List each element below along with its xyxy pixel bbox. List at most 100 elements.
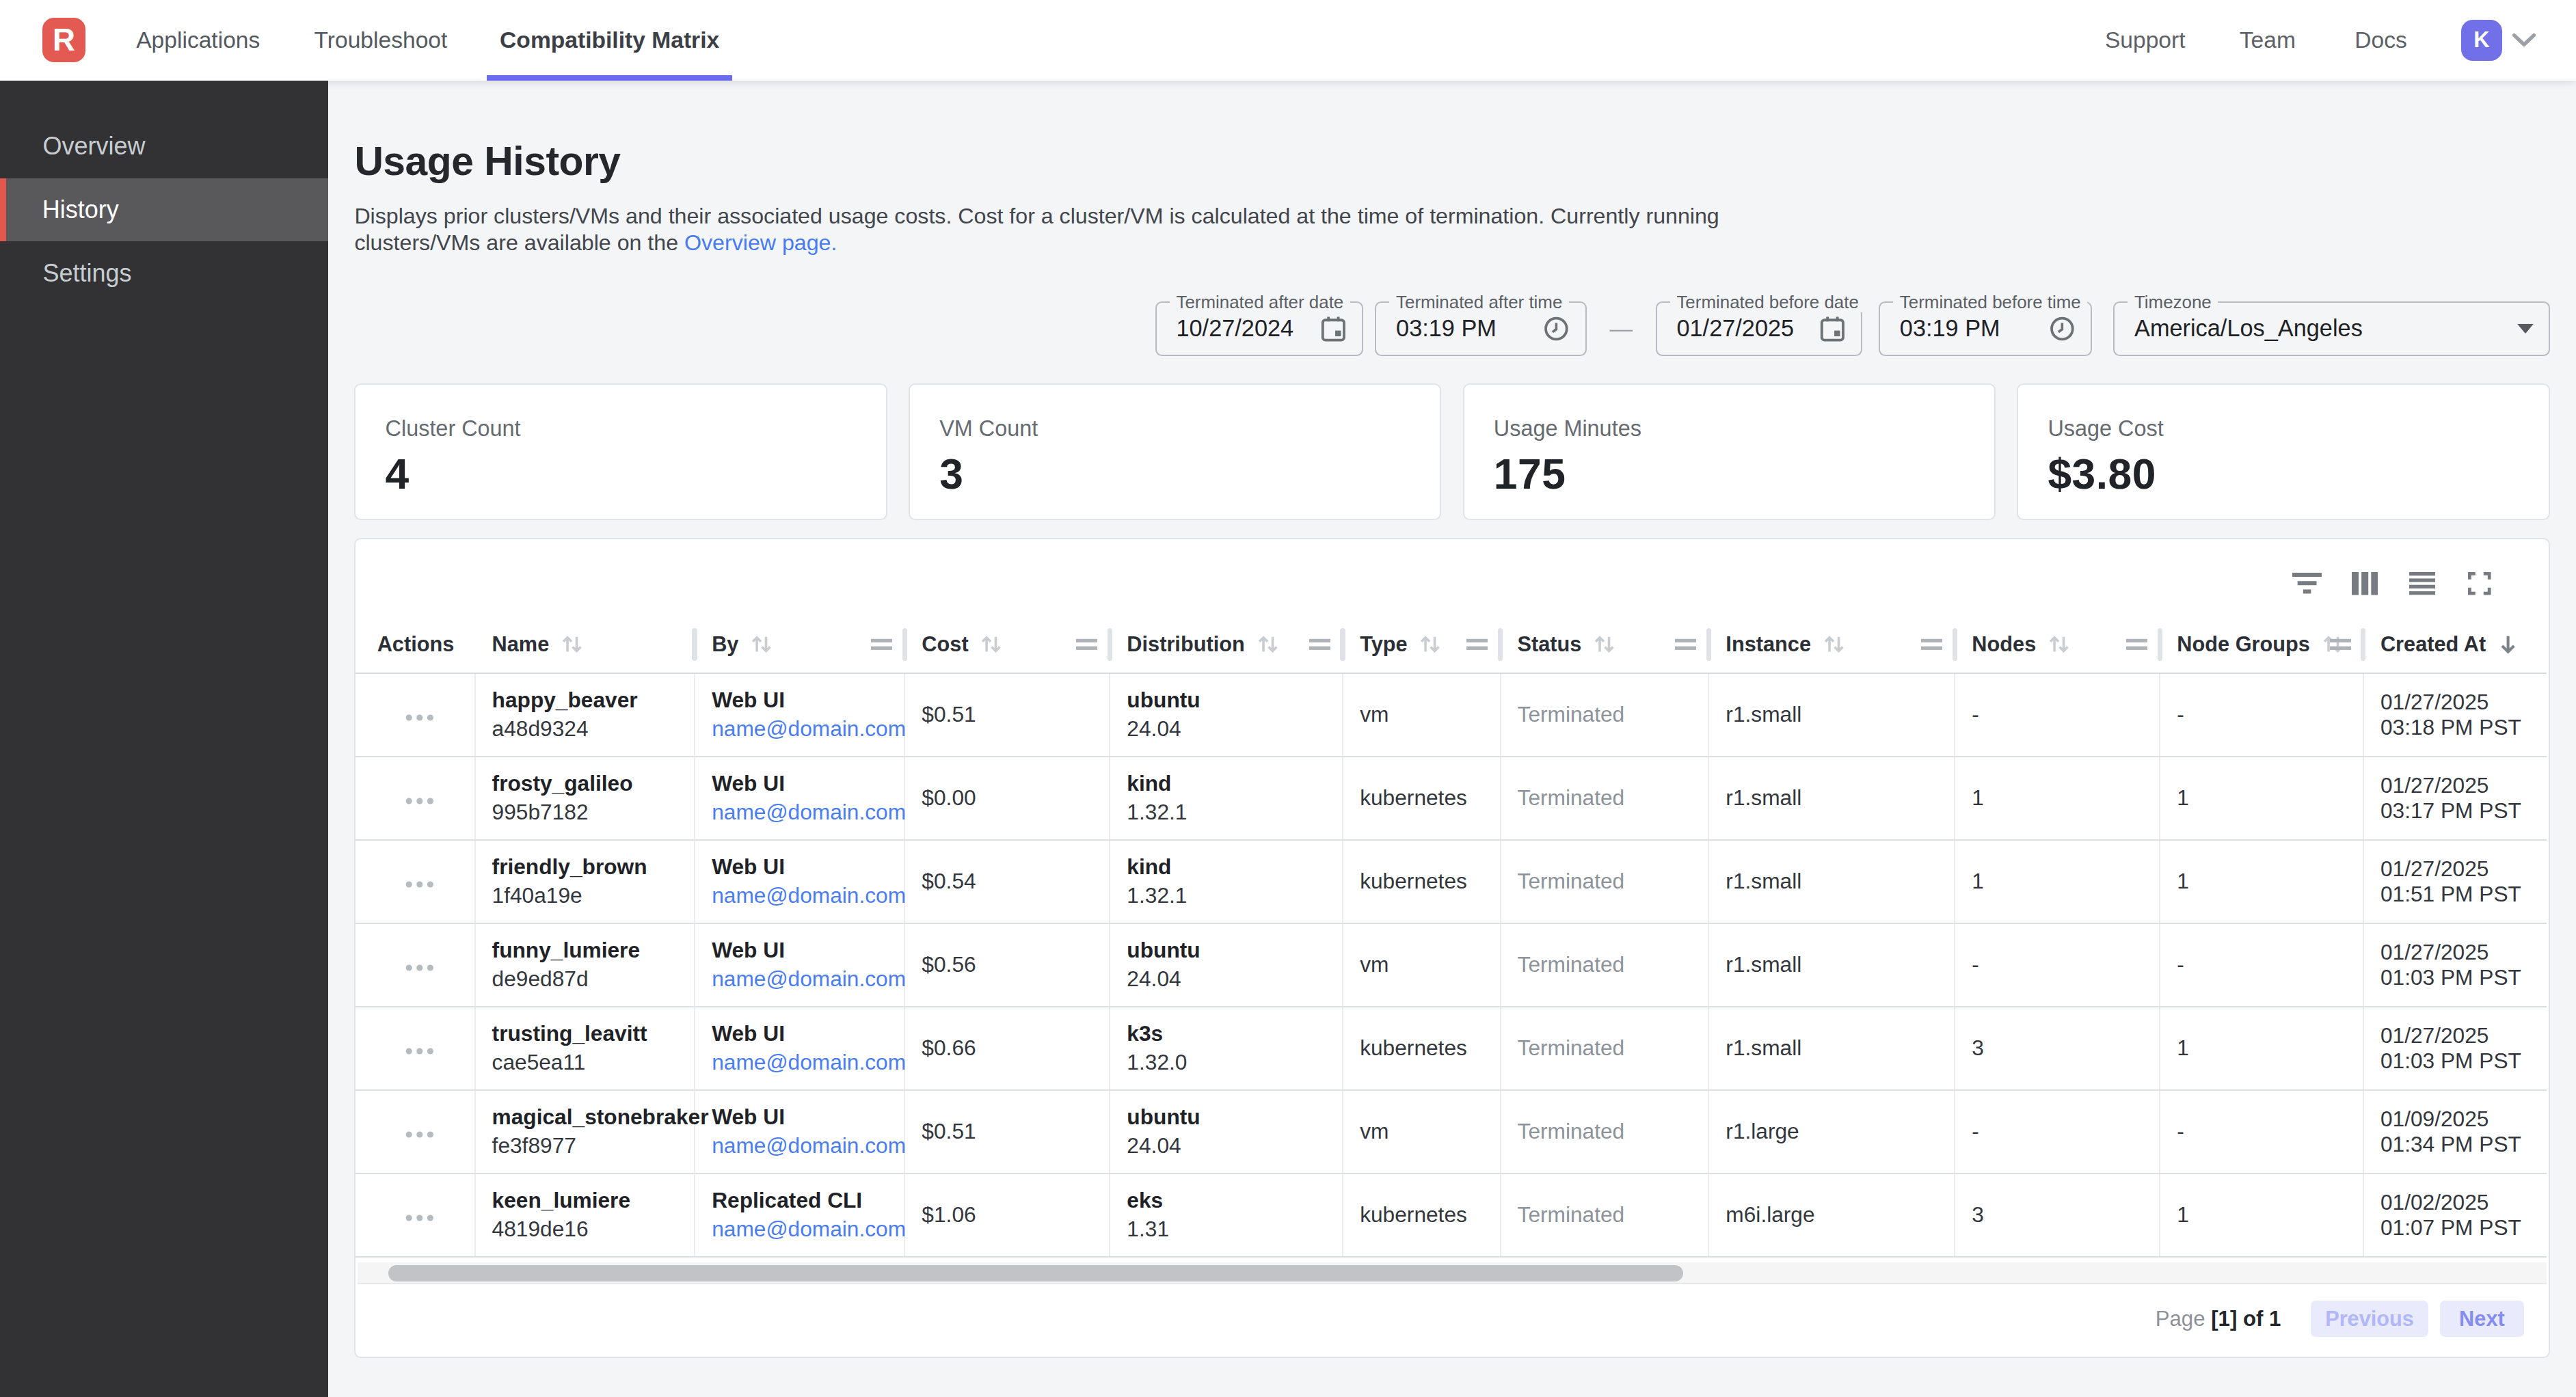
row-actions-icon[interactable] (404, 702, 435, 727)
columns-icon[interactable] (2350, 571, 2379, 597)
sort-icon[interactable] (980, 634, 1003, 655)
column-menu-icon[interactable] (1921, 638, 1942, 650)
terminated-before-time-field[interactable]: Terminated before time 03:19 PM (1879, 301, 2092, 355)
creator-email-link[interactable]: name@domain.com (712, 1050, 906, 1074)
column-menu-icon[interactable] (1466, 638, 1488, 650)
row-actions-icon[interactable] (404, 1035, 435, 1061)
column-header-type[interactable]: Type (1343, 616, 1501, 673)
cell-distribution: eks1.31 (1110, 1174, 1343, 1256)
column-separator[interactable] (692, 628, 697, 661)
terminated-after-date-field[interactable]: Terminated after date 10/27/2024 (1155, 301, 1364, 355)
column-label: Actions (377, 632, 455, 657)
creator-email-link[interactable]: name@domain.com (712, 1217, 906, 1241)
created-time: 01:03 PM PST (2380, 1048, 2543, 1074)
cell-by: Web UIname@domain.com (695, 924, 905, 1006)
horizontal-scrollbar[interactable] (358, 1262, 2547, 1284)
stat-card-usage-cost: Usage Cost $3.80 (2017, 383, 2549, 519)
column-separator[interactable] (1340, 628, 1345, 661)
clock-icon[interactable] (1542, 315, 1570, 343)
terminated-before-date-field[interactable]: Terminated before date 01/27/2025 (1656, 301, 1862, 355)
sort-icon[interactable] (1823, 634, 1846, 655)
sort-icon[interactable] (2048, 634, 2071, 655)
type-value: vm (1360, 1119, 1499, 1144)
next-button[interactable]: Next (2440, 1301, 2523, 1337)
stat-label: Usage Cost (2048, 416, 2548, 442)
sort-icon[interactable] (750, 634, 773, 655)
cluster-name: trusting_leavitt (492, 1021, 695, 1046)
row-actions-icon[interactable] (404, 1119, 435, 1144)
column-separator[interactable] (2158, 628, 2162, 661)
creator-email-link[interactable]: name@domain.com (712, 883, 906, 908)
previous-button[interactable]: Previous (2311, 1301, 2429, 1337)
replicated-logo[interactable]: R (42, 18, 85, 62)
column-separator[interactable] (1498, 628, 1503, 661)
creator-email-link[interactable]: name@domain.com (712, 800, 906, 824)
creator-email-link[interactable]: name@domain.com (712, 966, 906, 991)
density-icon[interactable] (2407, 571, 2437, 597)
sort-icon[interactable] (1593, 634, 1616, 655)
column-header-by[interactable]: By (695, 616, 905, 673)
tab-troubleshoot[interactable]: Troubleshoot (301, 0, 460, 81)
column-header-distribution[interactable]: Distribution (1110, 616, 1343, 673)
sort-icon[interactable] (561, 634, 584, 655)
cost-value: $1.06 (922, 1202, 1109, 1228)
column-separator[interactable] (902, 628, 907, 661)
instance-value: r1.small (1726, 1035, 1954, 1061)
row-actions-icon[interactable] (404, 785, 435, 811)
column-separator[interactable] (2361, 628, 2365, 661)
creator-email-link[interactable]: name@domain.com (712, 716, 906, 741)
column-menu-icon[interactable] (2126, 638, 2147, 650)
column-separator[interactable] (1108, 628, 1112, 661)
nav-link-team[interactable]: Team (2240, 27, 2296, 53)
page-info: Page [1] of 1 (2156, 1307, 2281, 1331)
column-header-created[interactable]: Created At (2364, 616, 2543, 673)
cost-value: $0.54 (922, 869, 1109, 894)
overview-page-link[interactable]: Overview page. (684, 230, 837, 255)
column-menu-icon[interactable] (2330, 638, 2351, 650)
column-label: Distribution (1127, 632, 1244, 657)
column-menu-icon[interactable] (1076, 638, 1097, 650)
cell-instance: r1.small (1709, 841, 1955, 923)
table-toolbar (2292, 571, 2494, 597)
row-actions-icon[interactable] (404, 869, 435, 894)
creator-email-link[interactable]: name@domain.com (712, 1133, 906, 1158)
clock-icon[interactable] (2048, 315, 2076, 343)
column-header-cost[interactable]: Cost (905, 616, 1110, 673)
scrollbar-thumb[interactable] (388, 1265, 1683, 1281)
calendar-icon[interactable] (1319, 315, 1347, 343)
cluster-id: cae5ea11 (492, 1050, 695, 1075)
terminated-after-time-field[interactable]: Terminated after time 03:19 PM (1375, 301, 1587, 355)
field-value: 01/27/2025 (1676, 303, 1794, 354)
tab-compatibility-matrix[interactable]: Compatibility Matrix (487, 0, 732, 81)
sidebar-item-settings[interactable]: Settings (0, 241, 328, 305)
filter-icon[interactable] (2292, 571, 2322, 597)
tab-applications[interactable]: Applications (123, 0, 273, 81)
column-header-node_groups[interactable]: Node Groups (2160, 616, 2364, 673)
nav-link-docs[interactable]: Docs (2354, 27, 2407, 53)
chevron-down-icon[interactable] (2512, 33, 2536, 48)
cell-cost: $0.51 (905, 1091, 1110, 1173)
sort-icon[interactable] (1257, 634, 1280, 655)
user-avatar[interactable]: K (2461, 20, 2502, 61)
fullscreen-icon[interactable] (2465, 571, 2494, 597)
nav-link-support[interactable]: Support (2105, 27, 2186, 53)
dropdown-caret-icon[interactable] (2517, 324, 2534, 334)
column-header-instance[interactable]: Instance (1709, 616, 1955, 673)
column-separator[interactable] (1953, 628, 1957, 661)
sidebar-item-history[interactable]: History (0, 178, 328, 242)
column-menu-icon[interactable] (1675, 638, 1696, 650)
row-actions-icon[interactable] (404, 952, 435, 977)
column-header-name[interactable]: Name (476, 616, 696, 673)
sort-desc-icon[interactable] (2497, 633, 2519, 656)
column-separator[interactable] (1706, 628, 1711, 661)
sidebar-item-overview[interactable]: Overview (0, 115, 328, 178)
column-header-nodes[interactable]: Nodes (1955, 616, 2160, 673)
column-menu-icon[interactable] (1309, 638, 1330, 650)
row-actions-icon[interactable] (404, 1202, 435, 1228)
column-menu-icon[interactable] (871, 638, 892, 650)
timezone-select[interactable]: Timezone America/Los_Angeles (2113, 301, 2549, 355)
calendar-icon[interactable] (1819, 315, 1847, 343)
column-header-status[interactable]: Status (1501, 616, 1710, 673)
sort-icon[interactable] (1419, 634, 1442, 655)
field-value: 03:19 PM (1900, 303, 2000, 354)
